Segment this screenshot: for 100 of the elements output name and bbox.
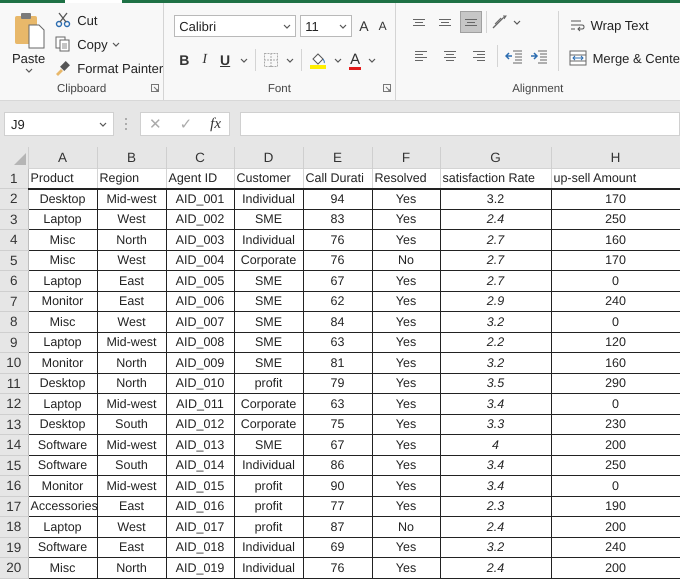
row-header[interactable]: 3 [0,209,28,230]
copy-button[interactable]: Copy [55,34,108,54]
row-header[interactable]: 5 [0,250,28,270]
insert-function-button[interactable]: fx [208,116,223,132]
caret-icon[interactable] [334,58,342,62]
table-cell: Yes [372,414,440,434]
table-cell: Misc [28,312,97,332]
row-header[interactable]: 12 [0,394,28,414]
cut-button[interactable]: Cut [55,10,164,30]
table-cell: 63 [303,332,372,352]
bold-button[interactable]: B [176,52,192,68]
caret-icon[interactable] [339,24,348,28]
font-color-button[interactable]: A [349,52,362,70]
increase-indent-icon[interactable] [530,48,548,64]
row-header[interactable]: 17 [0,496,28,516]
row-header[interactable]: 1 [0,168,28,188]
table-cell: AID_010 [166,373,234,394]
table-cell: Monitor [28,476,97,496]
column-title: Product [28,168,97,188]
table-cell: Mid-west [97,394,166,414]
table-cell: South [97,414,166,434]
column-header[interactable]: C [166,147,234,168]
fill-color-icon[interactable] [309,51,328,69]
table-cell: Corporate [234,414,303,434]
caret-icon[interactable] [240,58,248,62]
table-cell: 2.7 [440,230,551,250]
group-label: Clipboard [57,83,106,95]
row-header[interactable]: 13 [0,414,28,434]
table-cell: Yes [372,209,440,230]
row-header[interactable]: 15 [0,455,28,476]
column-title: Customer [234,168,303,188]
grow-font-button[interactable]: A [356,18,372,34]
text-lines-icon [444,51,456,61]
formula-input[interactable] [240,112,680,136]
row-header[interactable]: 16 [0,476,28,496]
underline-button[interactable]: U [217,52,234,68]
column-header[interactable]: A [28,147,97,168]
wrap-text-button[interactable]: Wrap Text [568,15,680,35]
column-header[interactable]: B [97,147,166,168]
table-cell: 2.9 [440,291,551,312]
caret-icon[interactable] [112,42,120,46]
column-header[interactable]: D [234,147,303,168]
column-header[interactable]: F [372,147,440,168]
row-header[interactable]: 19 [0,537,28,558]
table-cell: 4 [440,434,551,455]
font-name-dropdown[interactable]: Calibri [174,15,296,37]
table-cell: AID_009 [166,352,234,373]
table-cell: SME [234,270,303,291]
row-header[interactable]: 10 [0,352,28,373]
caret-icon[interactable] [286,58,294,62]
text-orientation-icon[interactable] [490,14,509,30]
caret-icon[interactable] [368,58,376,62]
caret-icon[interactable] [24,68,33,73]
row-header[interactable]: 6 [0,270,28,291]
column-title: satisfaction Rate [440,168,551,188]
brush-icon [55,60,72,76]
row-header[interactable]: 7 [0,291,28,312]
merge-center-button[interactable]: Merge & Cente [568,48,680,68]
caret-icon[interactable] [99,122,107,126]
table-cell: 77 [303,496,372,516]
text-lines-icon [464,18,477,26]
table-cell: Individual [234,230,303,250]
row-header[interactable]: 2 [0,188,28,209]
table-cell: Desktop [28,414,97,434]
column-header[interactable]: G [440,147,551,168]
paste-button[interactable]: Paste [0,3,52,78]
row-header[interactable]: 9 [0,332,28,352]
name-box[interactable]: J9 [4,112,114,136]
table-cell: Yes [372,558,440,578]
row-header[interactable]: 4 [0,230,28,250]
row-header[interactable]: 8 [0,312,28,332]
table-cell: Yes [372,476,440,496]
table-cell: Individual [234,455,303,476]
launcher-icon[interactable] [382,84,391,92]
table-cell: Yes [372,230,440,250]
table-cell: East [97,537,166,558]
italic-button[interactable]: I [199,52,210,68]
column-header[interactable]: H [551,147,680,168]
format-painter-button[interactable]: Format Painter [55,58,164,78]
shrink-font-button[interactable]: A [376,19,390,33]
table-cell: Software [28,434,97,455]
table-cell: No [372,516,440,537]
row-header[interactable]: 18 [0,516,28,537]
table-cell: AID_014 [166,455,234,476]
column-header[interactable]: E [303,147,372,168]
column-title: Agent ID [166,168,234,188]
launcher-icon[interactable] [151,84,160,92]
row-header[interactable]: 14 [0,434,28,455]
row-header[interactable]: 11 [0,373,28,394]
row-header[interactable]: 20 [0,558,28,578]
bottom-align-button[interactable] [460,11,482,33]
table-cell: AID_006 [166,291,234,312]
table-cell: Yes [372,373,440,394]
table-cell: 87 [303,516,372,537]
caret-icon[interactable] [283,24,292,28]
group-label: Alignment [512,83,564,95]
table-cell: North [97,558,166,578]
font-size-dropdown[interactable]: 11 [300,15,352,37]
decrease-indent-icon[interactable] [504,48,523,64]
caret-icon[interactable] [512,20,521,24]
